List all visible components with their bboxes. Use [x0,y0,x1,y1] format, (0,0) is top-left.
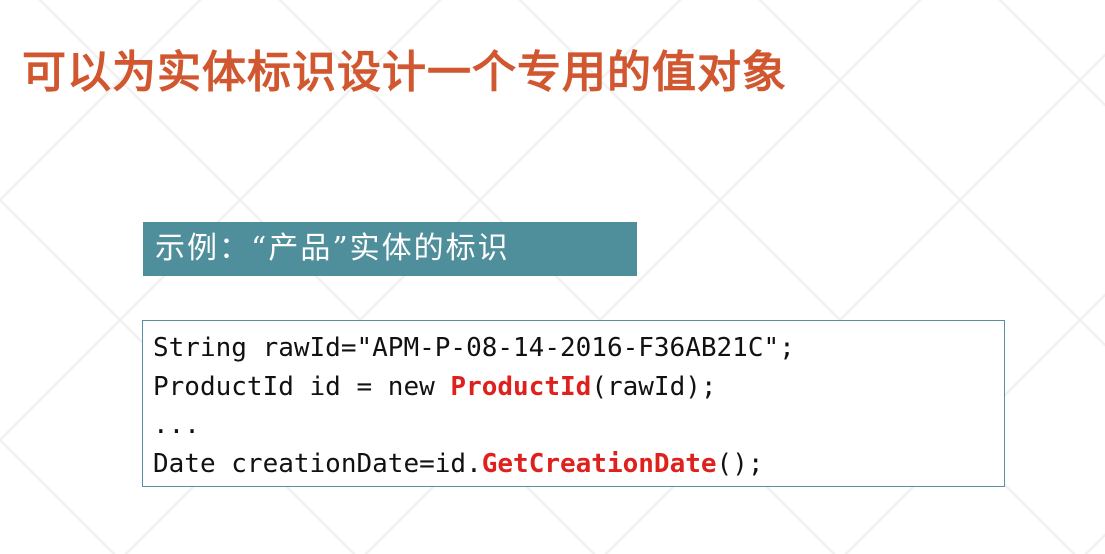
example-banner: 示例：“产品”实体的标识 [143,222,637,276]
code-line-1: String rawId="APM-P-08-14-2016-F36AB21C"… [153,333,795,363]
code-line-4: Date creationDate=id.GetCreationDate(); [153,445,1004,484]
code-block: String rawId="APM-P-08-14-2016-F36AB21C"… [142,320,1005,487]
slide-title: 可以为实体标识设计一个专用的值对象 [22,47,787,98]
code-highlight-method-name: GetCreationDate [481,448,717,479]
code-text: (rawId); [591,371,717,402]
code-text: ProductId id = new [153,371,451,402]
code-line-3: ... [153,410,200,440]
code-text: (); [716,448,764,479]
code-line-2: ProductId id = new ProductId(rawId); [153,368,1004,407]
code-highlight-class-name: ProductId [450,371,592,402]
code-text: Date creationDate=id. [153,448,482,479]
